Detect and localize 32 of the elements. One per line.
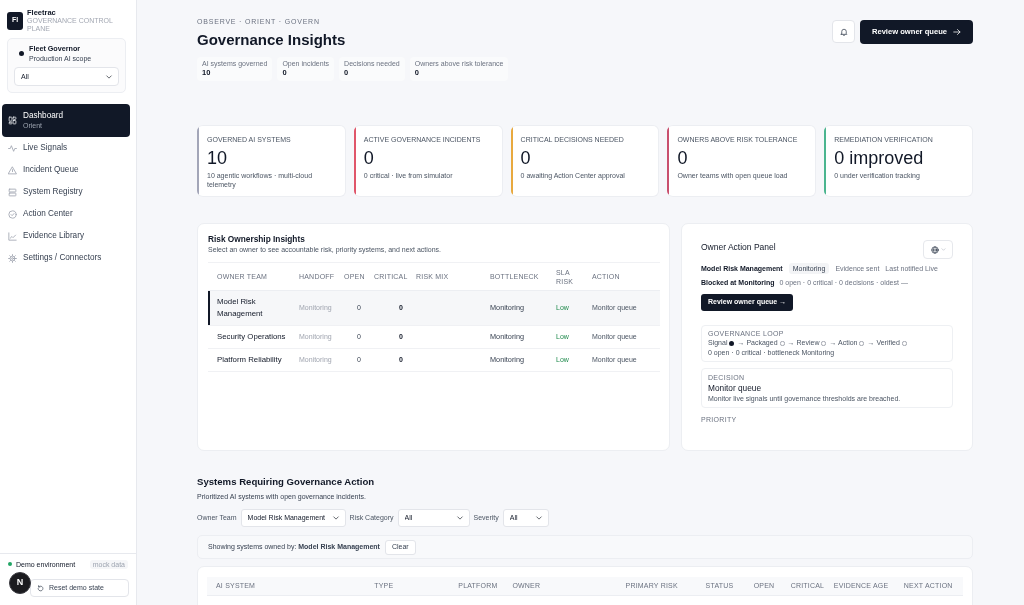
decision-title: Monitor queue <box>708 383 763 394</box>
nav-item[interactable]: Action Center <box>2 203 130 225</box>
scope-menu-button[interactable] <box>923 240 953 259</box>
card-title: Risk Ownership Insights <box>208 234 306 244</box>
nav-item[interactable]: System Registry <box>2 181 130 203</box>
kpi-value: 10 <box>207 147 229 169</box>
arrow-right-icon <box>953 28 962 36</box>
section-title: Systems Requiring Governance Action <box>197 475 376 489</box>
kpi-value: 0 <box>520 147 532 169</box>
stack-icon <box>8 187 17 197</box>
chart-icon <box>8 231 17 241</box>
nav-item[interactable]: Incident Queue <box>2 159 130 181</box>
dot-icon <box>19 51 24 56</box>
caret-icon <box>940 247 946 252</box>
grid-icon <box>8 116 17 125</box>
kpi-value: 0 improved <box>834 147 925 169</box>
nav-item[interactable]: Settings / Connectors <box>2 247 130 269</box>
page-title: Governance Insights <box>197 30 347 50</box>
pulse-icon <box>8 143 17 153</box>
check-circle-icon <box>8 209 17 219</box>
kpi-value: 0 <box>363 147 375 169</box>
notifications-button[interactable] <box>832 20 855 43</box>
nav-item[interactable]: Live Signals <box>2 137 130 159</box>
nav-item[interactable]: Evidence Library <box>2 225 130 247</box>
status-dot-icon <box>8 562 12 566</box>
warning-icon <box>8 165 17 175</box>
refresh-icon <box>37 584 44 592</box>
bell-icon <box>839 27 848 36</box>
globe-icon <box>930 245 939 254</box>
card-title: Owner Action Panel <box>701 242 776 252</box>
gear-icon <box>8 253 17 263</box>
kpi-value: 0 <box>677 147 689 169</box>
